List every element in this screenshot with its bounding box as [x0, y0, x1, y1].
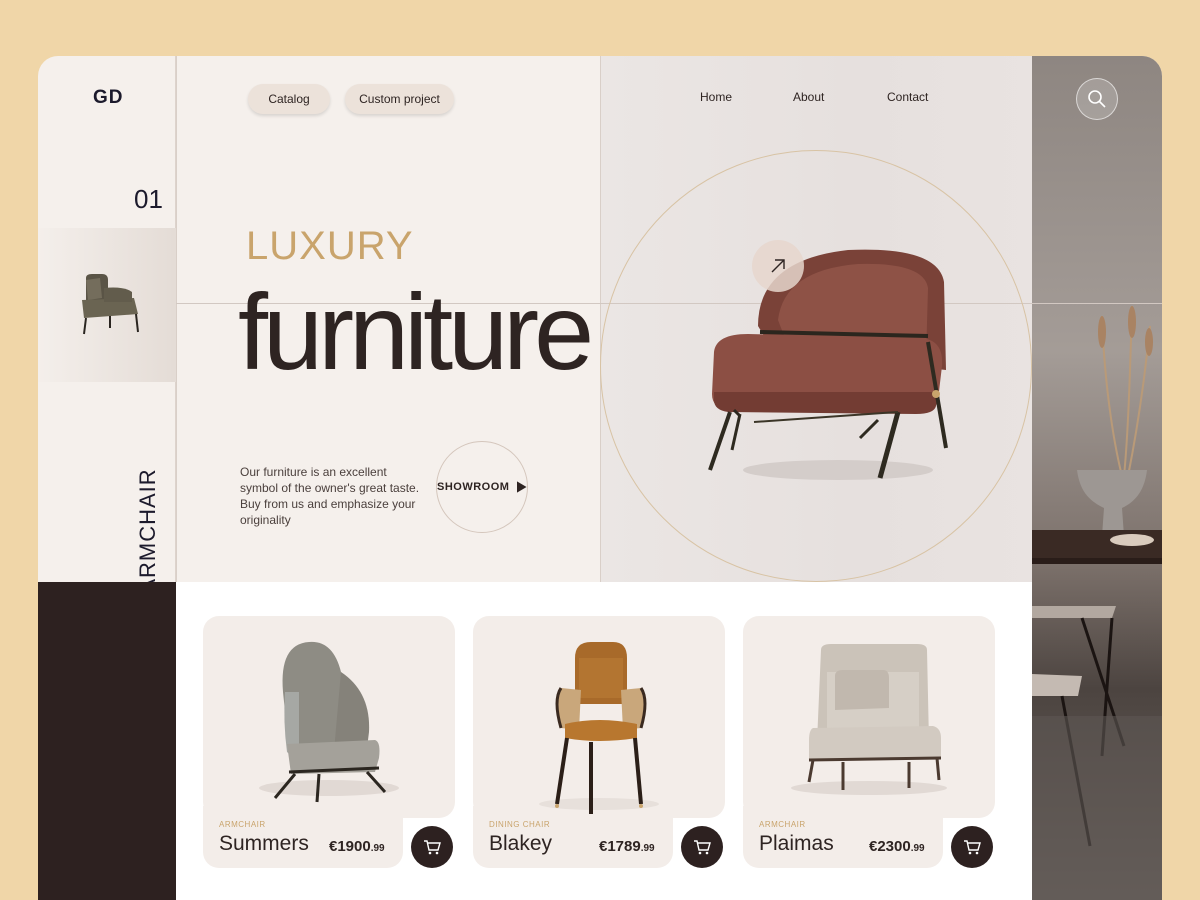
showroom-label: SHOWROOM [437, 481, 510, 493]
interior-photo-panel [1032, 56, 1162, 900]
custom-project-button[interactable]: Custom project [345, 84, 454, 114]
cart-icon [424, 840, 441, 855]
rail-dark-block [38, 582, 176, 900]
product-image-summers [259, 641, 399, 803]
search-button[interactable] [1076, 78, 1118, 120]
brand-logo[interactable]: GD [93, 87, 124, 109]
hero-headline: furniture [238, 271, 594, 392]
product-card-blakey[interactable]: DINING CHAIR Blakey €1789.99 [473, 616, 725, 868]
product-name: Summers [219, 832, 309, 855]
catalog-button[interactable]: Catalog [248, 84, 330, 114]
grid-line-vertical-1 [176, 56, 177, 582]
product-price: €2300.99 [869, 838, 925, 855]
hero-armchair-image [708, 249, 948, 480]
product-category: ARMCHAIR [219, 820, 266, 829]
product-category: ARMCHAIR [759, 820, 806, 829]
showroom-button[interactable]: SHOWROOM [436, 441, 528, 533]
add-to-cart-button[interactable] [411, 826, 453, 868]
product-price: €1789.99 [599, 838, 655, 855]
product-card-summers[interactable]: ARMCHAIR Summers €1900.99 [203, 616, 455, 868]
product-list: ARMCHAIR Summers €1900.99 DINING CHAIR B… [176, 582, 1032, 900]
product-category: DINING CHAIR [489, 820, 551, 829]
open-product-button[interactable] [752, 240, 804, 292]
product-card-plaimas[interactable]: ARMCHAIR Plaimas €2300.99 [743, 616, 995, 868]
grid-line-vertical-2 [600, 56, 601, 616]
product-name: Plaimas [759, 832, 834, 855]
arrow-up-right-icon [771, 259, 785, 273]
nav-about[interactable]: About [793, 90, 824, 104]
add-to-cart-button[interactable] [681, 826, 723, 868]
slide-number: 01 [134, 184, 163, 214]
add-to-cart-button[interactable] [951, 826, 993, 868]
price-main: €1789 [599, 838, 641, 855]
product-price: €1900.99 [329, 838, 385, 855]
nav-contact[interactable]: Contact [887, 90, 928, 104]
thumbnail-armchair-image [82, 274, 139, 335]
price-cents: .99 [640, 843, 655, 854]
category-vertical-label: ARMCHAIR [135, 468, 160, 594]
product-image-plaimas [791, 644, 947, 795]
price-cents: .99 [370, 843, 385, 854]
product-name: Blakey [489, 832, 553, 855]
play-icon [517, 481, 527, 493]
app-frame: GD 01 ARMCHAIR Catalog Custom project Ho… [38, 56, 1162, 900]
price-main: €1900 [329, 838, 371, 855]
hero-eyebrow: LUXURY [246, 224, 414, 268]
left-rail: GD 01 ARMCHAIR [38, 56, 176, 900]
price-main: €2300 [869, 838, 911, 855]
price-cents: .99 [910, 843, 925, 854]
hero-description: Our furniture is an excellent symbol of … [240, 465, 420, 527]
nav-home[interactable]: Home [700, 90, 732, 104]
interior-photo [1032, 305, 1162, 900]
cart-icon [964, 840, 981, 855]
rail-thumbnail[interactable] [38, 228, 176, 382]
cart-icon [694, 840, 711, 855]
search-icon [1088, 90, 1106, 108]
product-image-blakey [539, 642, 659, 814]
